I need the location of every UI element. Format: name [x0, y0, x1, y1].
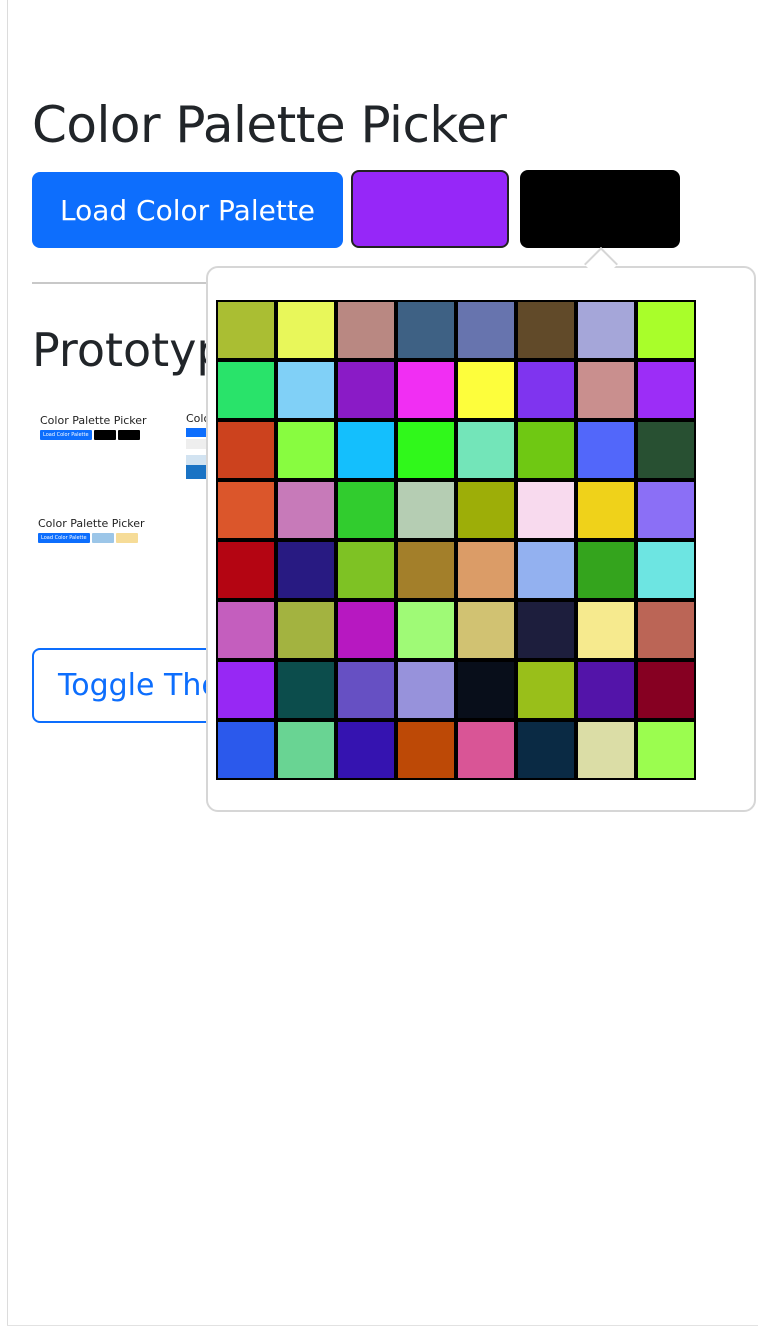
selected-color-swatch-1[interactable] — [351, 170, 509, 248]
prototype-thumbnail-2-partial[interactable]: Color Palette Picker — [186, 412, 206, 484]
thumbnail-field — [186, 439, 206, 449]
color-swatch-26[interactable] — [276, 480, 336, 540]
color-swatch-3[interactable] — [336, 300, 396, 360]
color-swatch-8[interactable] — [636, 300, 696, 360]
color-swatch-55[interactable] — [576, 660, 636, 720]
color-swatch-48[interactable] — [636, 600, 696, 660]
color-swatch-27[interactable] — [336, 480, 396, 540]
color-swatch-13[interactable] — [456, 360, 516, 420]
thumbnail-swatch — [91, 533, 114, 543]
color-swatch-41[interactable] — [216, 600, 276, 660]
prototype-thumbnail-3[interactable]: Color Palette Picker Load Color Palette — [38, 517, 145, 543]
thumbnail-bar — [186, 465, 206, 479]
color-swatch-4[interactable] — [396, 300, 456, 360]
color-swatch-62[interactable] — [516, 720, 576, 780]
color-swatch-46[interactable] — [516, 600, 576, 660]
color-swatch-54[interactable] — [516, 660, 576, 720]
color-swatch-20[interactable] — [396, 420, 456, 480]
color-swatch-33[interactable] — [216, 540, 276, 600]
color-swatch-45[interactable] — [456, 600, 516, 660]
thumbnail-load-button: Load Color Palette — [40, 430, 92, 440]
color-swatch-32[interactable] — [636, 480, 696, 540]
color-swatch-21[interactable] — [456, 420, 516, 480]
color-swatch-38[interactable] — [516, 540, 576, 600]
color-swatch-10[interactable] — [276, 360, 336, 420]
color-swatch-22[interactable] — [516, 420, 576, 480]
color-swatch-42[interactable] — [276, 600, 336, 660]
thumbnail-title: Color Palette Picker — [186, 412, 206, 425]
color-swatch-29[interactable] — [456, 480, 516, 540]
load-color-palette-button[interactable]: Load Color Palette — [32, 172, 343, 248]
color-swatch-37[interactable] — [456, 540, 516, 600]
prototypes-heading: Prototypes — [32, 323, 212, 377]
color-swatch-9[interactable] — [216, 360, 276, 420]
color-swatch-44[interactable] — [396, 600, 456, 660]
color-swatch-18[interactable] — [276, 420, 336, 480]
color-swatch-53[interactable] — [456, 660, 516, 720]
color-swatch-56[interactable] — [636, 660, 696, 720]
thumbnail-title: Color Palette Picker — [40, 414, 147, 427]
color-swatch-51[interactable] — [336, 660, 396, 720]
color-swatch-57[interactable] — [216, 720, 276, 780]
color-swatch-34[interactable] — [276, 540, 336, 600]
color-swatch-2[interactable] — [276, 300, 336, 360]
color-swatch-14[interactable] — [516, 360, 576, 420]
page-title: Color Palette Picker — [32, 96, 507, 154]
thumbnail-title: Color Palette Picker — [38, 517, 145, 530]
color-swatch-5[interactable] — [456, 300, 516, 360]
page-bottom-border — [7, 1325, 758, 1326]
color-swatch-61[interactable] — [456, 720, 516, 780]
color-swatch-52[interactable] — [396, 660, 456, 720]
color-swatch-64[interactable] — [636, 720, 696, 780]
thumbnail-swatch — [93, 430, 116, 440]
color-swatch-12[interactable] — [396, 360, 456, 420]
thumbnail-bar — [186, 455, 206, 465]
color-swatch-16[interactable] — [636, 360, 696, 420]
thumbnail-swatch — [117, 430, 140, 440]
section-divider — [32, 282, 222, 284]
color-swatch-19[interactable] — [336, 420, 396, 480]
color-swatch-31[interactable] — [576, 480, 636, 540]
color-swatch-50[interactable] — [276, 660, 336, 720]
color-swatch-43[interactable] — [336, 600, 396, 660]
thumbnail-swatch — [115, 533, 138, 543]
selected-color-swatch-2[interactable] — [520, 170, 680, 248]
thumbnail-load-button: Load Color Palette — [38, 533, 90, 543]
color-swatch-15[interactable] — [576, 360, 636, 420]
color-swatch-59[interactable] — [336, 720, 396, 780]
color-swatch-11[interactable] — [336, 360, 396, 420]
color-swatch-7[interactable] — [576, 300, 636, 360]
color-swatch-58[interactable] — [276, 720, 336, 780]
color-palette-grid — [216, 300, 696, 780]
color-swatch-40[interactable] — [636, 540, 696, 600]
page-left-border — [7, 0, 8, 1326]
color-swatch-36[interactable] — [396, 540, 456, 600]
color-swatch-35[interactable] — [336, 540, 396, 600]
color-swatch-17[interactable] — [216, 420, 276, 480]
prototype-thumbnail-1[interactable]: Color Palette Picker Load Color Palette — [40, 414, 147, 440]
thumbnail-load-button — [186, 428, 206, 437]
color-swatch-24[interactable] — [636, 420, 696, 480]
color-swatch-25[interactable] — [216, 480, 276, 540]
color-swatch-39[interactable] — [576, 540, 636, 600]
color-swatch-28[interactable] — [396, 480, 456, 540]
color-swatch-60[interactable] — [396, 720, 456, 780]
color-swatch-49[interactable] — [216, 660, 276, 720]
color-swatch-47[interactable] — [576, 600, 636, 660]
color-swatch-30[interactable] — [516, 480, 576, 540]
color-swatch-63[interactable] — [576, 720, 636, 780]
color-swatch-6[interactable] — [516, 300, 576, 360]
color-swatch-1[interactable] — [216, 300, 276, 360]
color-swatch-23[interactable] — [576, 420, 636, 480]
